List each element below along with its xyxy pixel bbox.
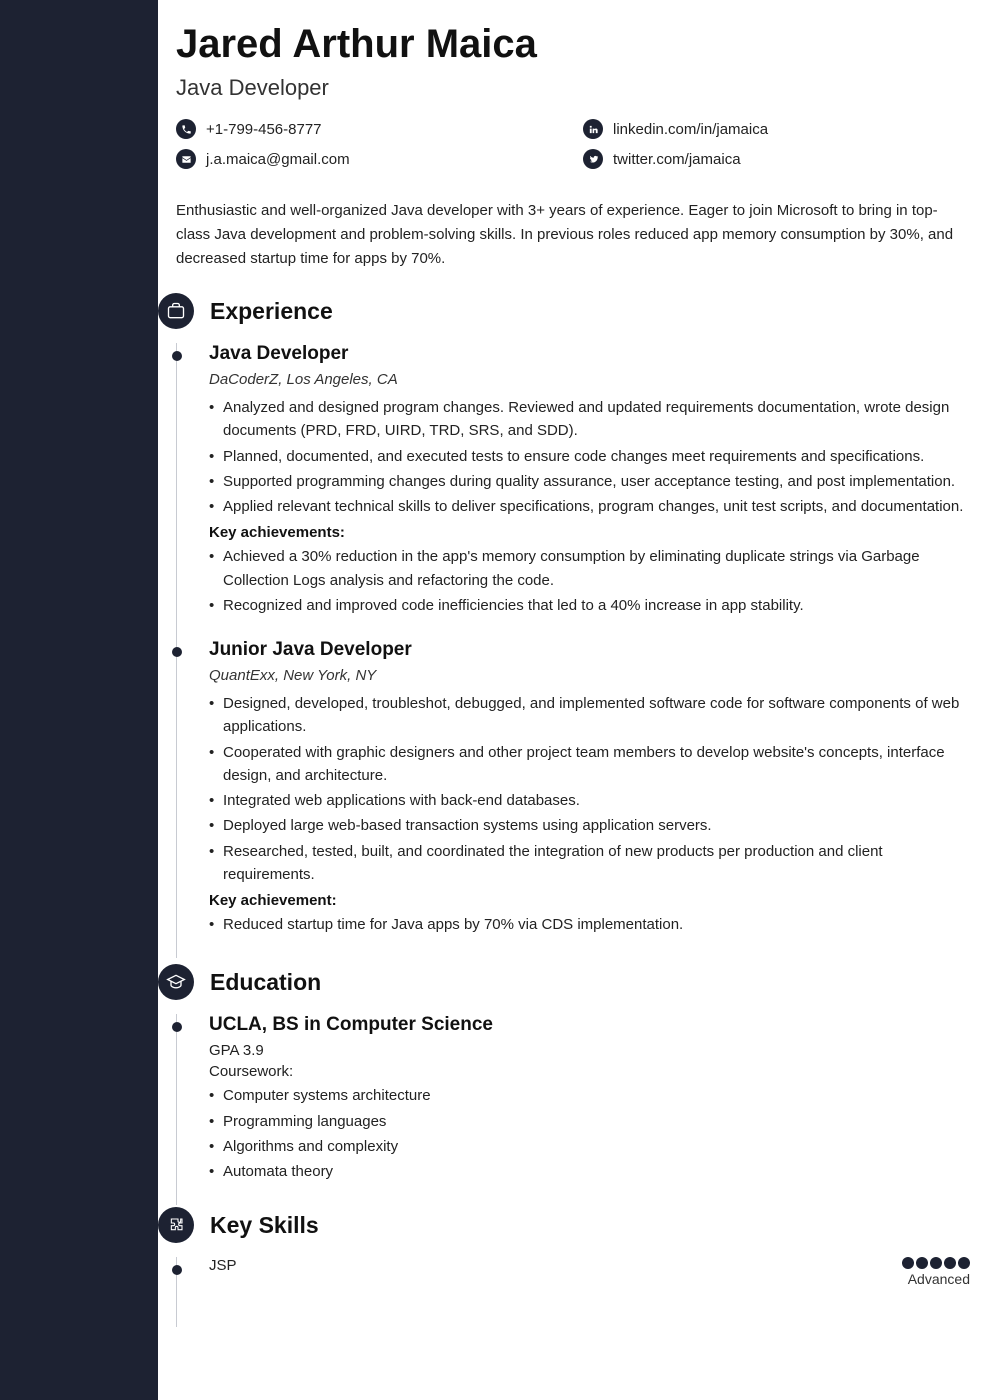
phone-icon	[176, 119, 196, 139]
timeline-dot	[172, 1022, 182, 1032]
contact-twitter: twitter.com/jamaica	[583, 149, 970, 169]
job-entry: Junior Java Developer QuantExx, New York…	[176, 639, 970, 958]
contact-linkedin: linkedin.com/in/jamaica	[583, 119, 970, 139]
contact-text: j.a.maica@gmail.com	[206, 151, 350, 168]
bullet-item: Algorithms and complexity	[209, 1135, 970, 1158]
timeline-line	[176, 1257, 177, 1327]
skill-name: JSP	[209, 1257, 237, 1274]
bullet-list: Achieved a 30% reduction in the app's me…	[209, 545, 970, 617]
section-title: Education	[210, 969, 321, 996]
main-content: Jared Arthur Maica Java Developer +1-799…	[158, 0, 990, 1400]
rating-dot	[916, 1257, 928, 1269]
bullet-list: Designed, developed, troubleshot, debugg…	[209, 692, 970, 886]
skill-entry: JSP Advanced	[176, 1257, 970, 1327]
person-name: Jared Arthur Maica	[176, 22, 970, 67]
degree-title: UCLA, BS in Computer Science	[209, 1014, 970, 1036]
bullet-item: Automata theory	[209, 1160, 970, 1183]
bullet-list: Computer systems architecture Programmin…	[209, 1084, 970, 1183]
rating-dot	[930, 1257, 942, 1269]
bullet-item: Researched, tested, built, and coordinat…	[209, 840, 970, 887]
education-entry: UCLA, BS in Computer Science GPA 3.9 Cou…	[176, 1014, 970, 1205]
skill-rating: Advanced	[902, 1257, 970, 1287]
contact-text: twitter.com/jamaica	[613, 151, 741, 168]
timeline-line	[176, 639, 177, 958]
sidebar: 2017 - 2018 2015 - 2016 2013 - 2016	[0, 0, 158, 1400]
bullet-item: Cooperated with graphic designers and ot…	[209, 741, 970, 788]
bullet-item: Programming languages	[209, 1110, 970, 1133]
rating-dot	[958, 1257, 970, 1269]
bullet-list: Reduced startup time for Java apps by 70…	[209, 913, 970, 936]
contact-grid: +1-799-456-8777 linkedin.com/in/jamaica …	[176, 119, 970, 169]
bullet-item: Achieved a 30% reduction in the app's me…	[209, 545, 970, 592]
bullet-item: Planned, documented, and executed tests …	[209, 445, 970, 468]
achievements-label: Key achievements:	[209, 524, 970, 541]
bullet-item: Deployed large web-based transaction sys…	[209, 814, 970, 837]
gpa-text: GPA 3.9	[209, 1042, 970, 1059]
skill-row: JSP Advanced	[209, 1257, 970, 1287]
bullet-item: Recognized and improved code inefficienc…	[209, 594, 970, 617]
rating-dots	[902, 1257, 970, 1269]
contact-email: j.a.maica@gmail.com	[176, 149, 563, 169]
person-title: Java Developer	[176, 75, 970, 101]
company-name: QuantExx, New York, NY	[209, 667, 970, 684]
contact-text: linkedin.com/in/jamaica	[613, 121, 768, 138]
timeline-dot	[172, 351, 182, 361]
timeline-dot	[172, 647, 182, 657]
section-title: Experience	[210, 298, 333, 325]
rating-label: Advanced	[902, 1271, 970, 1287]
linkedin-icon	[583, 119, 603, 139]
bullet-item: Computer systems architecture	[209, 1084, 970, 1107]
timeline-line	[176, 343, 177, 639]
summary-text: Enthusiastic and well-organized Java dev…	[176, 199, 970, 271]
contact-phone: +1-799-456-8777	[176, 119, 563, 139]
coursework-label: Coursework:	[209, 1063, 970, 1080]
section-education-head: Education	[158, 964, 970, 1000]
job-title: Junior Java Developer	[209, 639, 970, 661]
bullet-item: Designed, developed, troubleshot, debugg…	[209, 692, 970, 739]
briefcase-icon	[158, 293, 194, 329]
achievements-label: Key achievement:	[209, 892, 970, 909]
header: Jared Arthur Maica Java Developer +1-799…	[176, 0, 970, 199]
twitter-icon	[583, 149, 603, 169]
email-icon	[176, 149, 196, 169]
timeline-dot	[172, 1265, 182, 1275]
graduation-cap-icon	[158, 964, 194, 1000]
puzzle-icon	[158, 1207, 194, 1243]
bullet-item: Analyzed and designed program changes. R…	[209, 396, 970, 443]
bullet-item: Integrated web applications with back-en…	[209, 789, 970, 812]
rating-dot	[902, 1257, 914, 1269]
bullet-item: Reduced startup time for Java apps by 70…	[209, 913, 970, 936]
section-skills-head: Key Skills	[158, 1207, 970, 1243]
bullet-item: Supported programming changes during qua…	[209, 470, 970, 493]
job-title: Java Developer	[209, 343, 970, 365]
bullet-list: Analyzed and designed program changes. R…	[209, 396, 970, 518]
section-experience-head: Experience	[158, 293, 970, 329]
job-entry: Java Developer DaCoderZ, Los Angeles, CA…	[176, 343, 970, 639]
rating-dot	[944, 1257, 956, 1269]
company-name: DaCoderZ, Los Angeles, CA	[209, 371, 970, 388]
bullet-item: Applied relevant technical skills to del…	[209, 495, 970, 518]
timeline-line	[176, 1014, 177, 1205]
contact-text: +1-799-456-8777	[206, 121, 322, 138]
section-title: Key Skills	[210, 1212, 319, 1239]
